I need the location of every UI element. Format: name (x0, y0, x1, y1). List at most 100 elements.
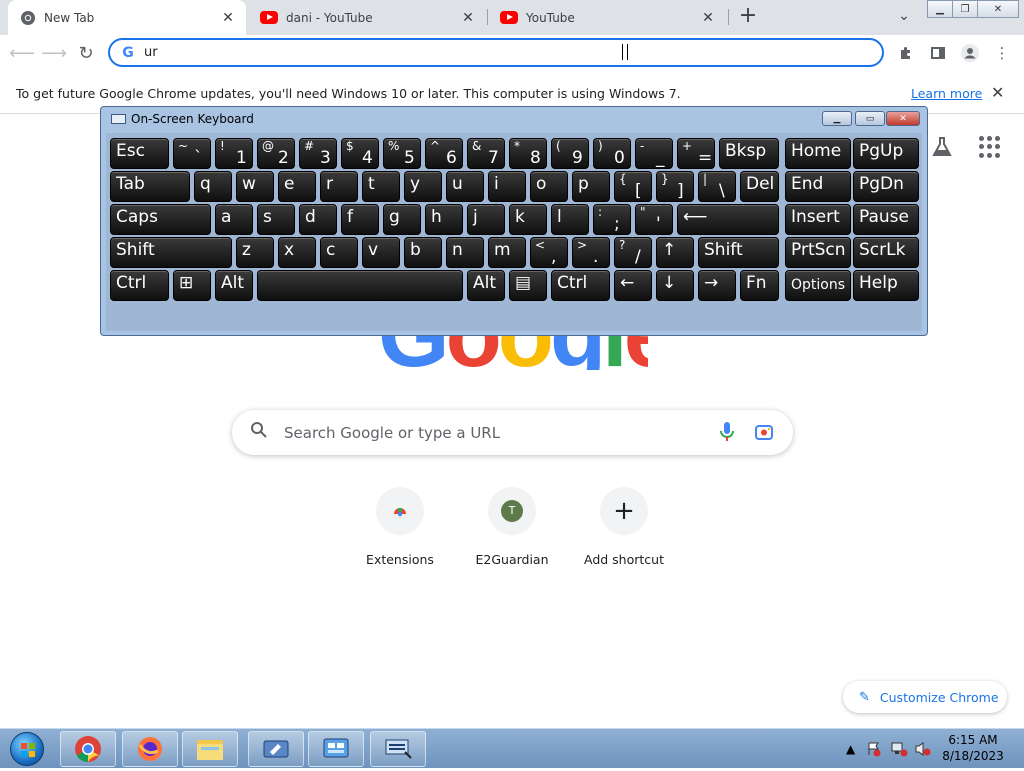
key-6[interactable]: ^ 6 (425, 138, 463, 169)
key-3[interactable]: #3 (299, 138, 337, 169)
key-s[interactable]: s (257, 204, 295, 235)
key-r[interactable]: r (320, 171, 358, 202)
osk-maximize-button[interactable]: ▭ (855, 111, 885, 126)
key-q[interactable]: q (194, 171, 232, 202)
key-ctrl[interactable]: Ctrl (551, 270, 610, 301)
key-m[interactable]: m (488, 237, 526, 268)
key-1[interactable]: ! 1 (215, 138, 253, 169)
network-icon[interactable] (890, 729, 908, 769)
action-center-flag-icon[interactable] (866, 729, 882, 769)
key-alt[interactable]: Alt (467, 270, 505, 301)
key-symbol[interactable]: ~ ` (173, 138, 211, 169)
key-x[interactable]: x (278, 237, 316, 268)
voice-search-icon[interactable] (720, 421, 734, 443)
restore-window-button[interactable]: ❐ (952, 0, 978, 18)
taskbar-clock[interactable]: 6:15 AM 8/18/2023 (932, 732, 1014, 764)
key-symbol[interactable]: }] (656, 171, 694, 202)
shortcut-e2guardian[interactable]: T E2Guardian (456, 487, 568, 577)
side-panel-icon[interactable] (926, 41, 950, 65)
key-o[interactable]: o (530, 171, 568, 202)
taskbar-chrome-button[interactable] (60, 731, 116, 767)
key-symbol[interactable]: >. (572, 237, 610, 268)
key-i[interactable]: i (488, 171, 526, 202)
key-0[interactable]: ) 0 (593, 138, 631, 169)
key-tab[interactable]: Tab (110, 171, 190, 202)
taskbar-explorer-button[interactable] (182, 731, 238, 767)
key-b[interactable]: b (404, 237, 442, 268)
key-pause[interactable]: Pause (853, 204, 919, 235)
forward-button[interactable]: ⟶ (41, 41, 67, 65)
tab-search-icon[interactable]: ⌄ (895, 8, 913, 26)
key-pgdn[interactable]: PgDn (853, 171, 919, 202)
key-symbol[interactable]: | \ (698, 171, 736, 202)
key-symbol[interactable]: {[ (614, 171, 652, 202)
shortcut-extensions[interactable]: Extensions (344, 487, 456, 577)
key-g[interactable]: g (383, 204, 421, 235)
customize-chrome-button[interactable]: ✎ Customize Chrome (843, 681, 1007, 713)
key-ctrl[interactable]: Ctrl (110, 270, 169, 301)
key-u[interactable]: u (446, 171, 484, 202)
key-bksp[interactable]: Bksp (719, 138, 779, 169)
key-2[interactable]: @2 (257, 138, 295, 169)
key-symbol[interactable]: ⟵ (677, 204, 779, 235)
key-help[interactable]: Help (853, 270, 919, 301)
key-h[interactable]: h (425, 204, 463, 235)
key-7[interactable]: & 7 (467, 138, 505, 169)
minimize-window-button[interactable]: ▁ (927, 0, 953, 18)
osk-minimize-button[interactable]: ▁ (822, 111, 852, 126)
key-symbol[interactable]: ↑ (656, 237, 694, 268)
key-symbol[interactable]: " ' (635, 204, 673, 235)
key-symbol[interactable]: ↓ (656, 270, 694, 301)
google-apps-icon[interactable] (979, 136, 1001, 158)
shortcut-add[interactable]: + Add shortcut (568, 487, 680, 577)
key-d[interactable]: d (299, 204, 337, 235)
key-e[interactable]: e (278, 171, 316, 202)
key-8[interactable]: * 8 (509, 138, 547, 169)
reload-button[interactable]: ↻ (74, 41, 98, 65)
start-button[interactable] (2, 730, 52, 768)
key-symbol[interactable]: <, (530, 237, 568, 268)
osk-close-button[interactable]: ✕ (886, 111, 920, 126)
key-n[interactable]: n (446, 237, 484, 268)
key-l[interactable]: l (551, 204, 589, 235)
key-del[interactable]: Del (740, 171, 779, 202)
key-home[interactable]: Home (785, 138, 851, 169)
address-bar[interactable]: G ur (108, 38, 884, 67)
key-t[interactable]: t (362, 171, 400, 202)
key-symbol[interactable]: - _ (635, 138, 673, 169)
key-symbol[interactable]: ? / (614, 237, 652, 268)
close-tab-icon[interactable]: ✕ (220, 10, 236, 26)
tab-new-tab[interactable]: New Tab ✕ (8, 0, 246, 35)
key-5[interactable]: % 5 (383, 138, 421, 169)
close-tab-icon[interactable]: ✕ (460, 10, 476, 26)
tab-youtube[interactable]: YouTube ✕ (488, 0, 726, 35)
key-symbol[interactable]: ⊞ (173, 270, 211, 301)
key-fn[interactable]: Fn (740, 270, 779, 301)
chrome-labs-icon[interactable] (930, 136, 954, 160)
key-prtscn[interactable]: PrtScn (785, 237, 851, 268)
extensions-puzzle-icon[interactable] (894, 41, 918, 65)
key-esc[interactable]: Esc (110, 138, 169, 169)
key-insert[interactable]: Insert (785, 204, 851, 235)
key-symbol[interactable]: :; (593, 204, 631, 235)
key-symbol[interactable]: + = (677, 138, 715, 169)
lens-camera-icon[interactable] (754, 423, 774, 441)
volume-muted-icon[interactable] (914, 729, 932, 769)
osk-titlebar[interactable]: On-Screen Keyboard ▁ ▭ ✕ (101, 107, 927, 131)
key-symbol[interactable]: ▤ (509, 270, 547, 301)
key-shift[interactable]: Shift (110, 237, 232, 268)
new-tab-button[interactable]: + (737, 5, 759, 27)
taskbar-control-panel-button[interactable] (308, 731, 364, 767)
taskbar-app-button[interactable] (248, 731, 304, 767)
key-a[interactable]: a (215, 204, 253, 235)
key-k[interactable]: k (509, 204, 547, 235)
key-shift[interactable]: Shift (698, 237, 779, 268)
chrome-menu-icon[interactable]: ⋮ (990, 41, 1014, 65)
key-p[interactable]: p (572, 171, 610, 202)
key-v[interactable]: v (362, 237, 400, 268)
show-hidden-icons-button[interactable]: ▲ (846, 729, 855, 769)
key-end[interactable]: End (785, 171, 851, 202)
key-symbol[interactable]: → (698, 270, 736, 301)
key-j[interactable]: j (467, 204, 505, 235)
key-scrlk[interactable]: ScrLk (853, 237, 919, 268)
